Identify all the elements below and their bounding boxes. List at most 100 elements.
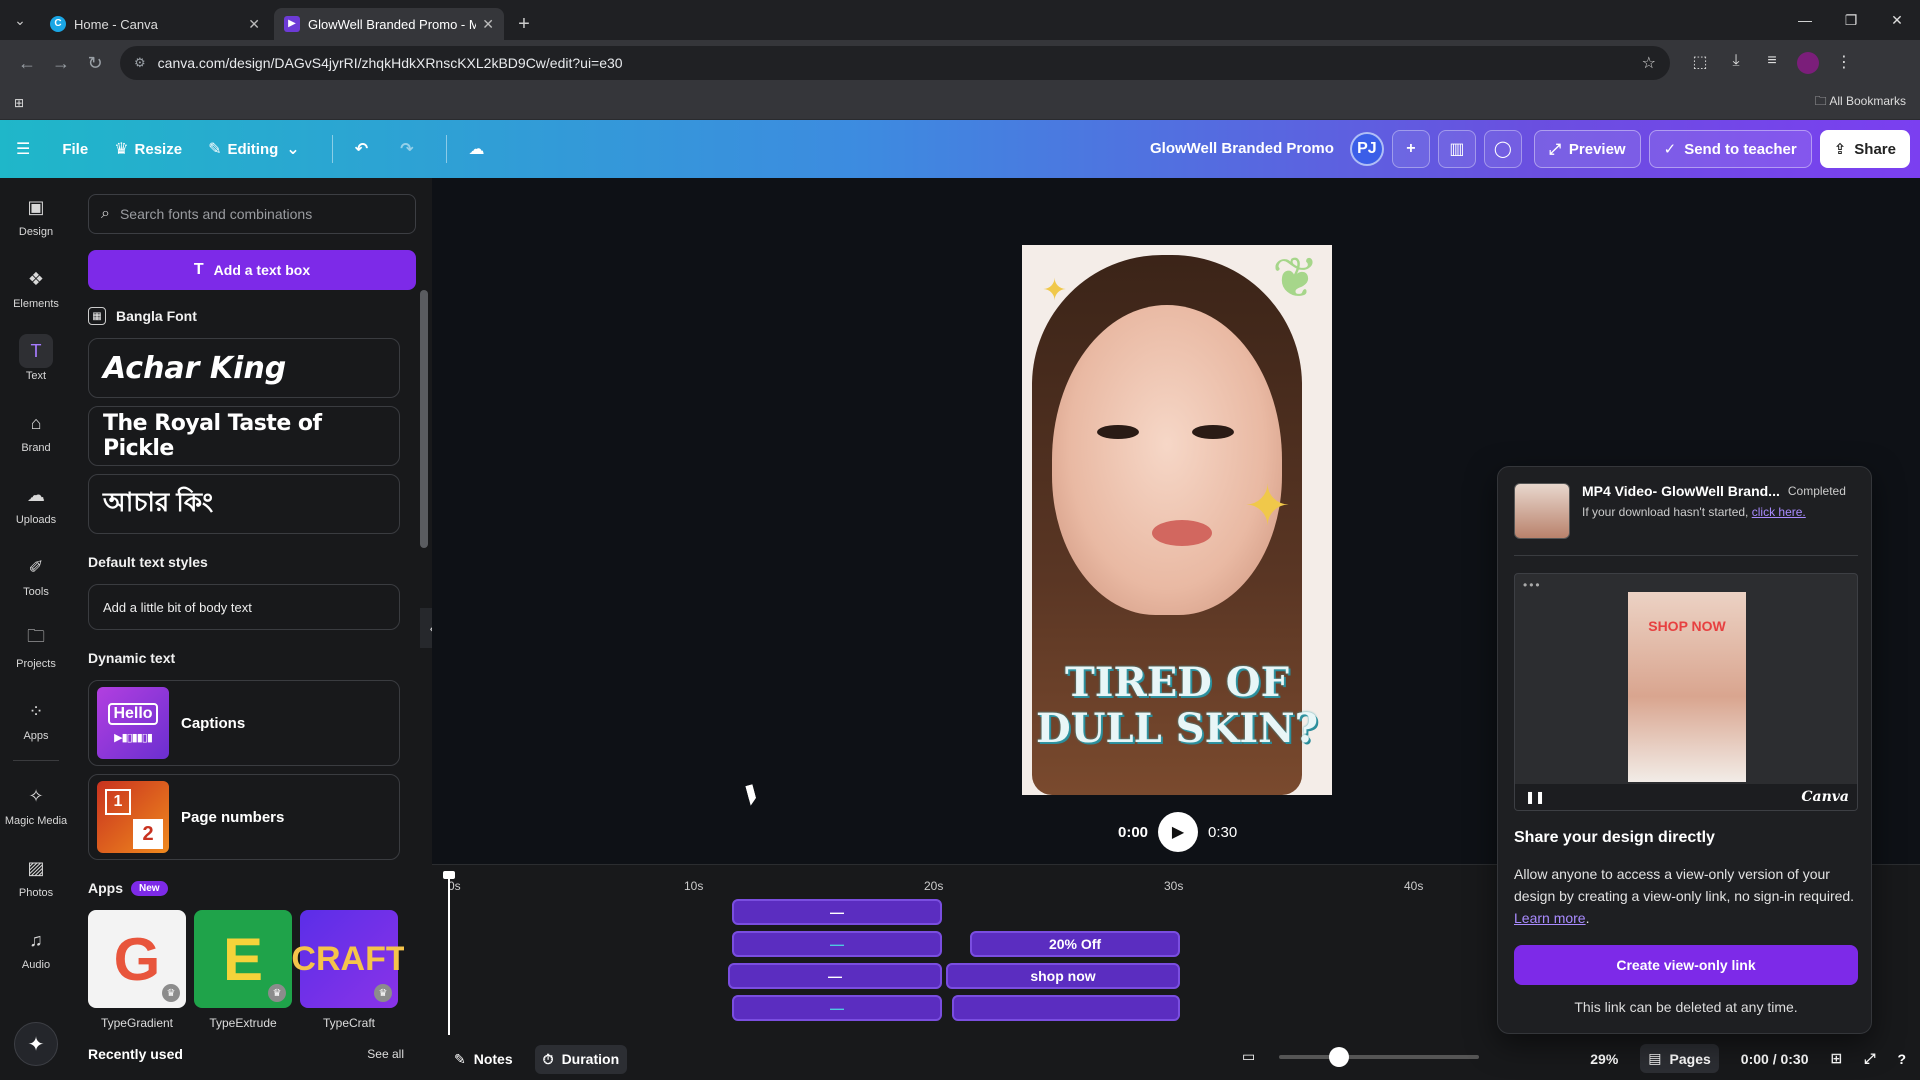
see-all-link[interactable]: See all [367, 1047, 404, 1061]
profile-avatar[interactable] [1790, 52, 1826, 74]
notes-button[interactable]: ✎ Notes [446, 1045, 521, 1074]
layout-icon: ▣ [27, 196, 45, 217]
site-info-icon[interactable]: ⚙ [134, 55, 146, 71]
share-upload-icon: ⇪ [1833, 141, 1847, 158]
playback-controls: 0:00 ▶ 0:30 [1118, 812, 1237, 852]
create-view-only-link-button[interactable]: Create view-only link [1514, 945, 1858, 985]
tick-label: 40s [1404, 879, 1424, 893]
close-icon[interactable]: ✕ [482, 16, 494, 33]
back-arrow-icon[interactable]: ← [10, 46, 44, 80]
rail-tools[interactable]: ✐ Tools [0, 538, 72, 610]
design-page[interactable]: ✦ ✦ ❦ TIRED OF DULL SKIN? [1022, 245, 1332, 795]
rail-text[interactable]: T Text [0, 322, 72, 394]
undo-icon[interactable]: ↶ [355, 139, 374, 159]
body-text-style[interactable]: Add a little bit of body text [88, 584, 400, 630]
resize-button[interactable]: ♛ Resize [114, 139, 182, 159]
pages-button[interactable]: ▤ Pages [1640, 1044, 1719, 1073]
crown-icon: ♛ [374, 984, 392, 1002]
close-window-icon[interactable]: ✕ [1874, 0, 1920, 40]
restore-icon[interactable]: ❐ [1828, 0, 1874, 40]
section-apps: Apps New [88, 874, 404, 902]
more-menu-icon[interactable]: ⋮ [1826, 52, 1862, 74]
rail-magic-media[interactable]: ✧ Magic Media [0, 767, 72, 839]
zoom-slider[interactable] [1279, 1046, 1480, 1067]
check-circle-icon: ✓ [1663, 141, 1677, 158]
font-sample-bangla[interactable]: আচার কিং [88, 474, 400, 534]
comment-icon[interactable]: ◯ [1483, 130, 1522, 168]
timeline-clip[interactable]: — [732, 931, 942, 957]
forward-arrow-icon[interactable]: → [44, 46, 78, 80]
download-icon[interactable]: ⤓ [1718, 52, 1754, 74]
user-avatar[interactable]: PJ [1349, 132, 1384, 166]
bookmark-star-icon[interactable]: ☆ [1642, 53, 1656, 73]
font-sample-achar-king[interactable]: Achar King [88, 338, 400, 398]
playhead[interactable] [443, 871, 455, 1035]
tab-home[interactable]: C Home - Canva ✕ [40, 8, 270, 40]
click-here-link[interactable]: click here. [1752, 505, 1806, 519]
url-input[interactable]: ⚙ canva.com/design/DAGvS4jyrRI/zhqkHdkXR… [120, 46, 1670, 80]
extensions-icon[interactable]: ⬚ [1682, 52, 1718, 74]
timeline-clip[interactable]: — [732, 995, 942, 1021]
pause-icon[interactable]: ❚❚ [1525, 790, 1545, 804]
rail-brand[interactable]: ⌂ Brand [0, 394, 72, 466]
learn-more-link[interactable]: Learn more [1514, 910, 1586, 926]
apps-grid-icon[interactable]: ⊞ [14, 96, 24, 110]
timeline-clip-20-off[interactable]: 20% Off [970, 931, 1180, 957]
redo-icon[interactable]: ↷ [400, 139, 419, 159]
panel-scrollbar[interactable] [420, 290, 428, 548]
editing-mode-dropdown[interactable]: ✎ Editing ⌄ [208, 139, 306, 159]
close-icon[interactable]: ✕ [248, 16, 260, 33]
zoom-level[interactable]: 29% [1590, 1051, 1618, 1067]
page-numbers-card[interactable]: 1 2 Page numbers [88, 774, 400, 860]
rail-photos[interactable]: ▨ Photos [0, 839, 72, 911]
zoom-slider-knob[interactable] [1329, 1046, 1350, 1067]
minimize-icon[interactable]: — [1782, 0, 1828, 40]
search-input[interactable]: ⌕ Search fonts and combinations [88, 194, 416, 234]
media-icon[interactable]: ≡ [1754, 52, 1790, 74]
all-bookmarks[interactable]: 🗀 All Bookmarks [1815, 92, 1906, 113]
font-sample-royal-taste[interactable]: The Royal Taste of Pickle [88, 406, 400, 466]
rail-design[interactable]: ▣ Design [0, 178, 72, 250]
tab-search-icon[interactable]: ⌄ [0, 0, 40, 40]
video-preview[interactable]: ••• SHOP NOW ❚❚ Canva [1514, 573, 1858, 811]
sparkle-icon: ✦ [1244, 474, 1291, 537]
add-collaborator-plus-icon[interactable]: + [1391, 130, 1430, 168]
rail-uploads[interactable]: ☁ Uploads [0, 466, 72, 538]
chevron-down-icon: ⌄ [286, 141, 300, 158]
duration-button[interactable]: ⏱ Duration [534, 1044, 628, 1074]
page-headline[interactable]: TIRED OF DULL SKIN? [1022, 660, 1332, 752]
rail-audio[interactable]: ♫ Audio [0, 911, 72, 983]
rail-projects[interactable]: 🗀 Projects [0, 610, 72, 682]
share-button[interactable]: ⇪ Share [1819, 130, 1910, 168]
timeline-clip[interactable]: — [728, 963, 942, 989]
insights-chart-icon[interactable]: ▥ [1437, 130, 1476, 168]
captions-card[interactable]: Hello ▶▮▯▮▮▯▮ Captions [88, 680, 400, 766]
new-tab-plus-icon[interactable]: + [508, 8, 540, 40]
timeline-clip-shop-now[interactable]: shop now [946, 963, 1180, 989]
rail-elements[interactable]: ❖ Elements [0, 250, 72, 322]
reload-icon[interactable]: ↻ [78, 46, 112, 80]
timeline-clip[interactable] [952, 995, 1180, 1021]
timeline-clip[interactable]: — [732, 899, 942, 925]
app-typegradient[interactable]: G ♛ TypeGradient [88, 910, 186, 1030]
preview-button[interactable]: ⤢ Preview [1533, 130, 1641, 168]
grid-view-icon[interactable]: ⊞ [1831, 1050, 1843, 1067]
app-typecraft[interactable]: CRAFT ♛ TypeCraft [291, 910, 404, 1030]
editor-toolbar: ☰ File ♛ Resize ✎ Editing ⌄ ↶ ↷ ☁ GlowWell … [0, 120, 1920, 178]
page-view-icon[interactable]: ▭ [1242, 1048, 1255, 1065]
magic-assistant-sparkle-icon[interactable]: ✦ [14, 1022, 58, 1066]
help-icon[interactable]: ? [1897, 1051, 1906, 1067]
play-icon[interactable]: ▶ [1158, 812, 1199, 852]
document-title[interactable]: GlowWell Branded Promo [1150, 140, 1334, 157]
main-menu-icon[interactable]: ☰ [16, 139, 36, 159]
app-typeextrude[interactable]: E ♛ TypeExtrude [194, 910, 292, 1030]
tab-design[interactable]: ▶ GlowWell Branded Promo - Mo ✕ [274, 8, 504, 40]
canva-design-favicon-icon: ▶ [284, 16, 300, 32]
cloud-save-icon[interactable]: ☁ [469, 139, 491, 159]
folder-icon: 🗀 [27, 626, 45, 646]
add-text-box-button[interactable]: T Add a text box [88, 250, 416, 290]
file-menu[interactable]: File [62, 141, 88, 158]
send-to-teacher-button[interactable]: ✓ Send to teacher [1648, 130, 1812, 168]
rail-apps[interactable]: ⁘ Apps [0, 682, 72, 754]
fullscreen-icon[interactable]: ⤢ [1864, 1050, 1875, 1067]
